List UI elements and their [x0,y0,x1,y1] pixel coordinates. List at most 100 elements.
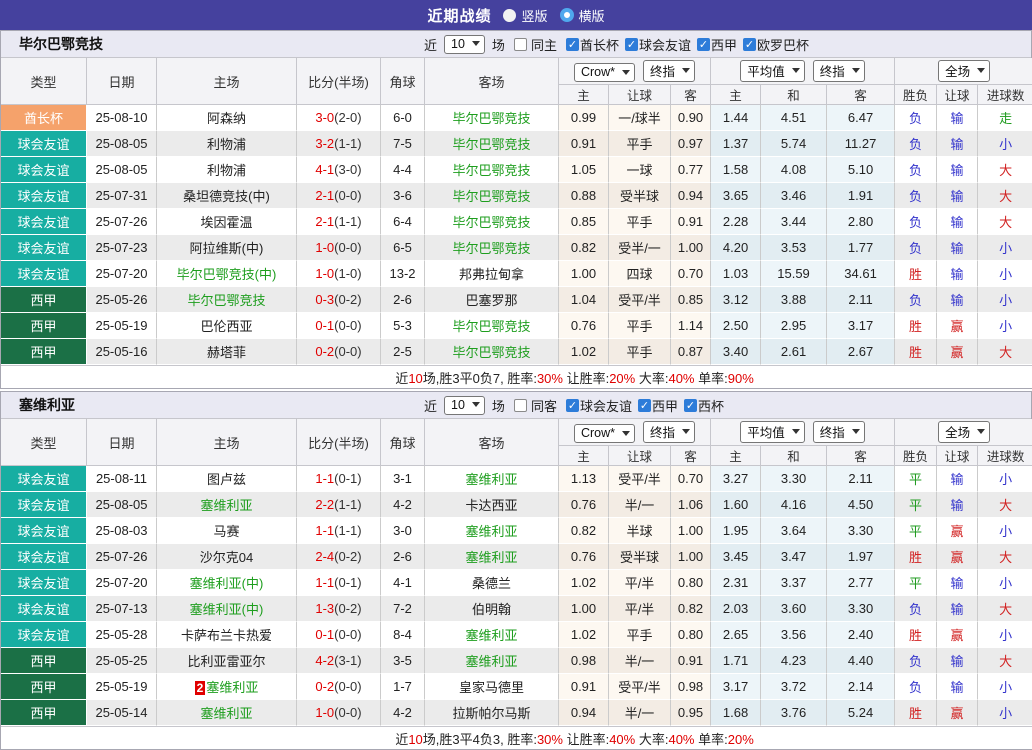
home-team-name: 图卢兹 [207,472,246,487]
home-team-name: 阿拉维斯(中) [190,241,264,256]
stat-segment: 90% [728,371,754,386]
select-value: Crow* [581,65,615,79]
home-team[interactable]: 塞维利亚(中) [157,596,297,622]
home-team[interactable]: 塞维利亚(中) [157,570,297,596]
league-filter-checkbox[interactable]: ✓ [743,38,756,51]
league-filter-checkbox[interactable]: ✓ [566,399,579,412]
away-team[interactable]: 塞维利亚 [425,518,559,544]
away-team[interactable]: 毕尔巴鄂竞技 [425,183,559,209]
average-type-select[interactable]: 平均值 [740,421,805,443]
recent-matches-table: 类型 日期 主场 比分(半场) 角球 客场 Crow*终指 平均值终指 全场 主… [1,58,1032,388]
avg-home: 3.65 [711,183,761,209]
away-team[interactable]: 皇家马德里 [425,674,559,700]
same-venue-checkbox[interactable] [514,399,527,412]
home-team[interactable]: 图卢兹 [157,466,297,492]
home-team[interactable]: 比利亚雷亚尔 [157,648,297,674]
away-team[interactable]: 塞维利亚 [425,622,559,648]
avg-draw: 3.88 [761,287,827,313]
away-team[interactable]: 毕尔巴鄂竞技 [425,209,559,235]
league-filter-checkbox[interactable]: ✓ [566,38,579,51]
home-team[interactable]: 塞维利亚 [157,492,297,518]
league-filter-checkbox[interactable]: ✓ [697,38,710,51]
league-filter-checkbox[interactable]: ✓ [638,399,651,412]
avg-draw: 3.37 [761,570,827,596]
odds-company-select[interactable]: Crow* [574,63,635,82]
home-team[interactable]: 毕尔巴鄂竞技(中) [157,261,297,287]
away-team[interactable]: 毕尔巴鄂竞技 [425,235,559,261]
odds-home: 0.99 [559,105,609,131]
radio-horizontal-layout[interactable]: 横版 [560,6,605,25]
league-filter-checkbox[interactable]: ✓ [625,38,638,51]
halftime-score: (0-0) [334,679,361,694]
match-type-badge: 球会友谊 [1,209,87,235]
average-stage-select[interactable]: 终指 [813,421,865,443]
average-stage-select[interactable]: 终指 [813,60,865,82]
odds-handicap-line: 半/一 [609,700,671,726]
result-win-lose: 负 [895,235,937,261]
subcolumn-header: 让球 [609,446,671,466]
corner-count: 5-3 [381,313,425,339]
away-team[interactable]: 伯明翰 [425,596,559,622]
stat-segment: 大率: [635,732,668,747]
away-team[interactable]: 塞维利亚 [425,648,559,674]
home-team[interactable]: 赫塔菲 [157,339,297,365]
corner-count: 2-6 [381,287,425,313]
recent-count-select[interactable]: 10 [444,396,485,415]
select-value: 终指 [650,61,675,80]
away-team[interactable]: 巴塞罗那 [425,287,559,313]
home-team[interactable]: 沙尔克04 [157,544,297,570]
odds-stage-select[interactable]: 终指 [643,60,695,82]
away-team[interactable]: 塞维利亚 [425,466,559,492]
odds-stage-select[interactable]: 终指 [643,421,695,443]
match-date: 25-08-05 [87,131,157,157]
home-team[interactable]: 马赛 [157,518,297,544]
odds-away: 0.80 [671,622,711,648]
corner-count: 6-5 [381,235,425,261]
home-team[interactable]: 卡萨布兰卡热爱 [157,622,297,648]
home-team[interactable]: 塞维利亚 [157,700,297,726]
away-team[interactable]: 毕尔巴鄂竞技 [425,339,559,365]
average-type-select[interactable]: 平均值 [740,60,805,82]
odds-handicap-line: 平手 [609,313,671,339]
match-row: 球会友谊 25-05-28 卡萨布兰卡热爱 0-1(0-0) 8-4 塞维利亚 … [1,622,1032,648]
away-team[interactable]: 塞维利亚 [425,544,559,570]
home-team[interactable]: 利物浦 [157,157,297,183]
odds-handicap-line: 一/球半 [609,105,671,131]
odds-company-select[interactable]: Crow* [574,424,635,443]
away-team[interactable]: 卡达西亚 [425,492,559,518]
away-team[interactable]: 毕尔巴鄂竞技 [425,157,559,183]
home-team-name: 赫塔菲 [207,345,246,360]
home-team[interactable]: 毕尔巴鄂竞技 [157,287,297,313]
home-team[interactable]: 桑坦德竞技(中) [157,183,297,209]
away-team[interactable]: 邦弗拉甸拿 [425,261,559,287]
match-type-badge: 西甲 [1,287,87,313]
recent-count-select[interactable]: 10 [444,35,485,54]
fulltime-score: 0-2 [315,679,334,694]
home-team[interactable]: 巴伦西亚 [157,313,297,339]
home-team[interactable]: 埃因霍温 [157,209,297,235]
same-venue-checkbox[interactable] [514,38,527,51]
avg-draw: 2.95 [761,313,827,339]
home-team[interactable]: 2塞维利亚 [157,674,297,700]
league-filter-label: 欧罗巴杯 [757,35,809,54]
away-team[interactable]: 毕尔巴鄂竞技 [425,313,559,339]
home-team[interactable]: 阿拉维斯(中) [157,235,297,261]
away-team[interactable]: 拉斯帕尔马斯 [425,700,559,726]
result-handicap: 输 [937,674,978,700]
match-date: 25-08-11 [87,466,157,492]
away-team[interactable]: 桑德兰 [425,570,559,596]
result-goals: 小 [978,131,1032,157]
result-scope-select[interactable]: 全场 [938,60,990,82]
away-team[interactable]: 毕尔巴鄂竞技 [425,105,559,131]
home-team[interactable]: 阿森纳 [157,105,297,131]
home-team[interactable]: 利物浦 [157,131,297,157]
away-team[interactable]: 毕尔巴鄂竞技 [425,131,559,157]
match-row: 球会友谊 25-07-20 塞维利亚(中) 1-1(0-1) 4-1 桑德兰 1… [1,570,1032,596]
league-filter-checkbox[interactable]: ✓ [684,399,697,412]
team-section: 塞维利亚 近 10 场 同客 ✓球会友谊✓西甲✓西杯 类型 日期 主场 比分(半… [0,391,1032,750]
radio-vertical-layout[interactable]: 竖版 [503,6,547,25]
halftime-score: (0-0) [334,188,361,203]
result-scope-select[interactable]: 全场 [938,421,990,443]
corner-count: 6-4 [381,209,425,235]
avg-home: 3.12 [711,287,761,313]
